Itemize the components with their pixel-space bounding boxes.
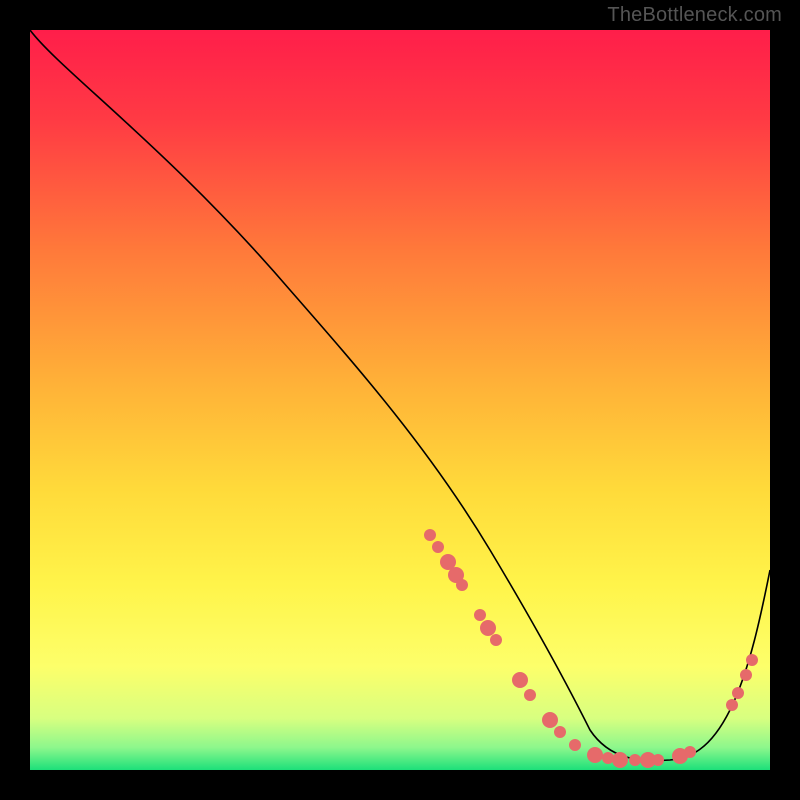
highlight-dot — [432, 541, 444, 553]
highlight-dot — [726, 699, 738, 711]
highlight-dot — [456, 579, 468, 591]
highlight-dot — [587, 747, 603, 763]
highlight-dot — [612, 752, 628, 768]
plot-area — [30, 30, 770, 770]
highlight-dot — [652, 754, 664, 766]
highlight-dot — [554, 726, 566, 738]
highlight-dot — [480, 620, 496, 636]
highlight-dot — [732, 687, 744, 699]
highlight-dot — [602, 752, 614, 764]
highlight-dot — [684, 746, 696, 758]
highlight-dot — [490, 634, 502, 646]
highlight-dot — [474, 609, 486, 621]
highlight-dot — [512, 672, 528, 688]
highlight-dot — [629, 754, 641, 766]
highlight-dot — [524, 689, 536, 701]
highlight-dot — [424, 529, 436, 541]
highlight-dot — [542, 712, 558, 728]
chart-overlay — [30, 30, 770, 770]
highlight-dot — [569, 739, 581, 751]
watermark-text: TheBottleneck.com — [607, 4, 782, 27]
highlight-dot — [740, 669, 752, 681]
bottleneck-curve — [30, 30, 770, 761]
chart-container: TheBottleneck.com — [0, 0, 800, 800]
highlight-dot — [746, 654, 758, 666]
